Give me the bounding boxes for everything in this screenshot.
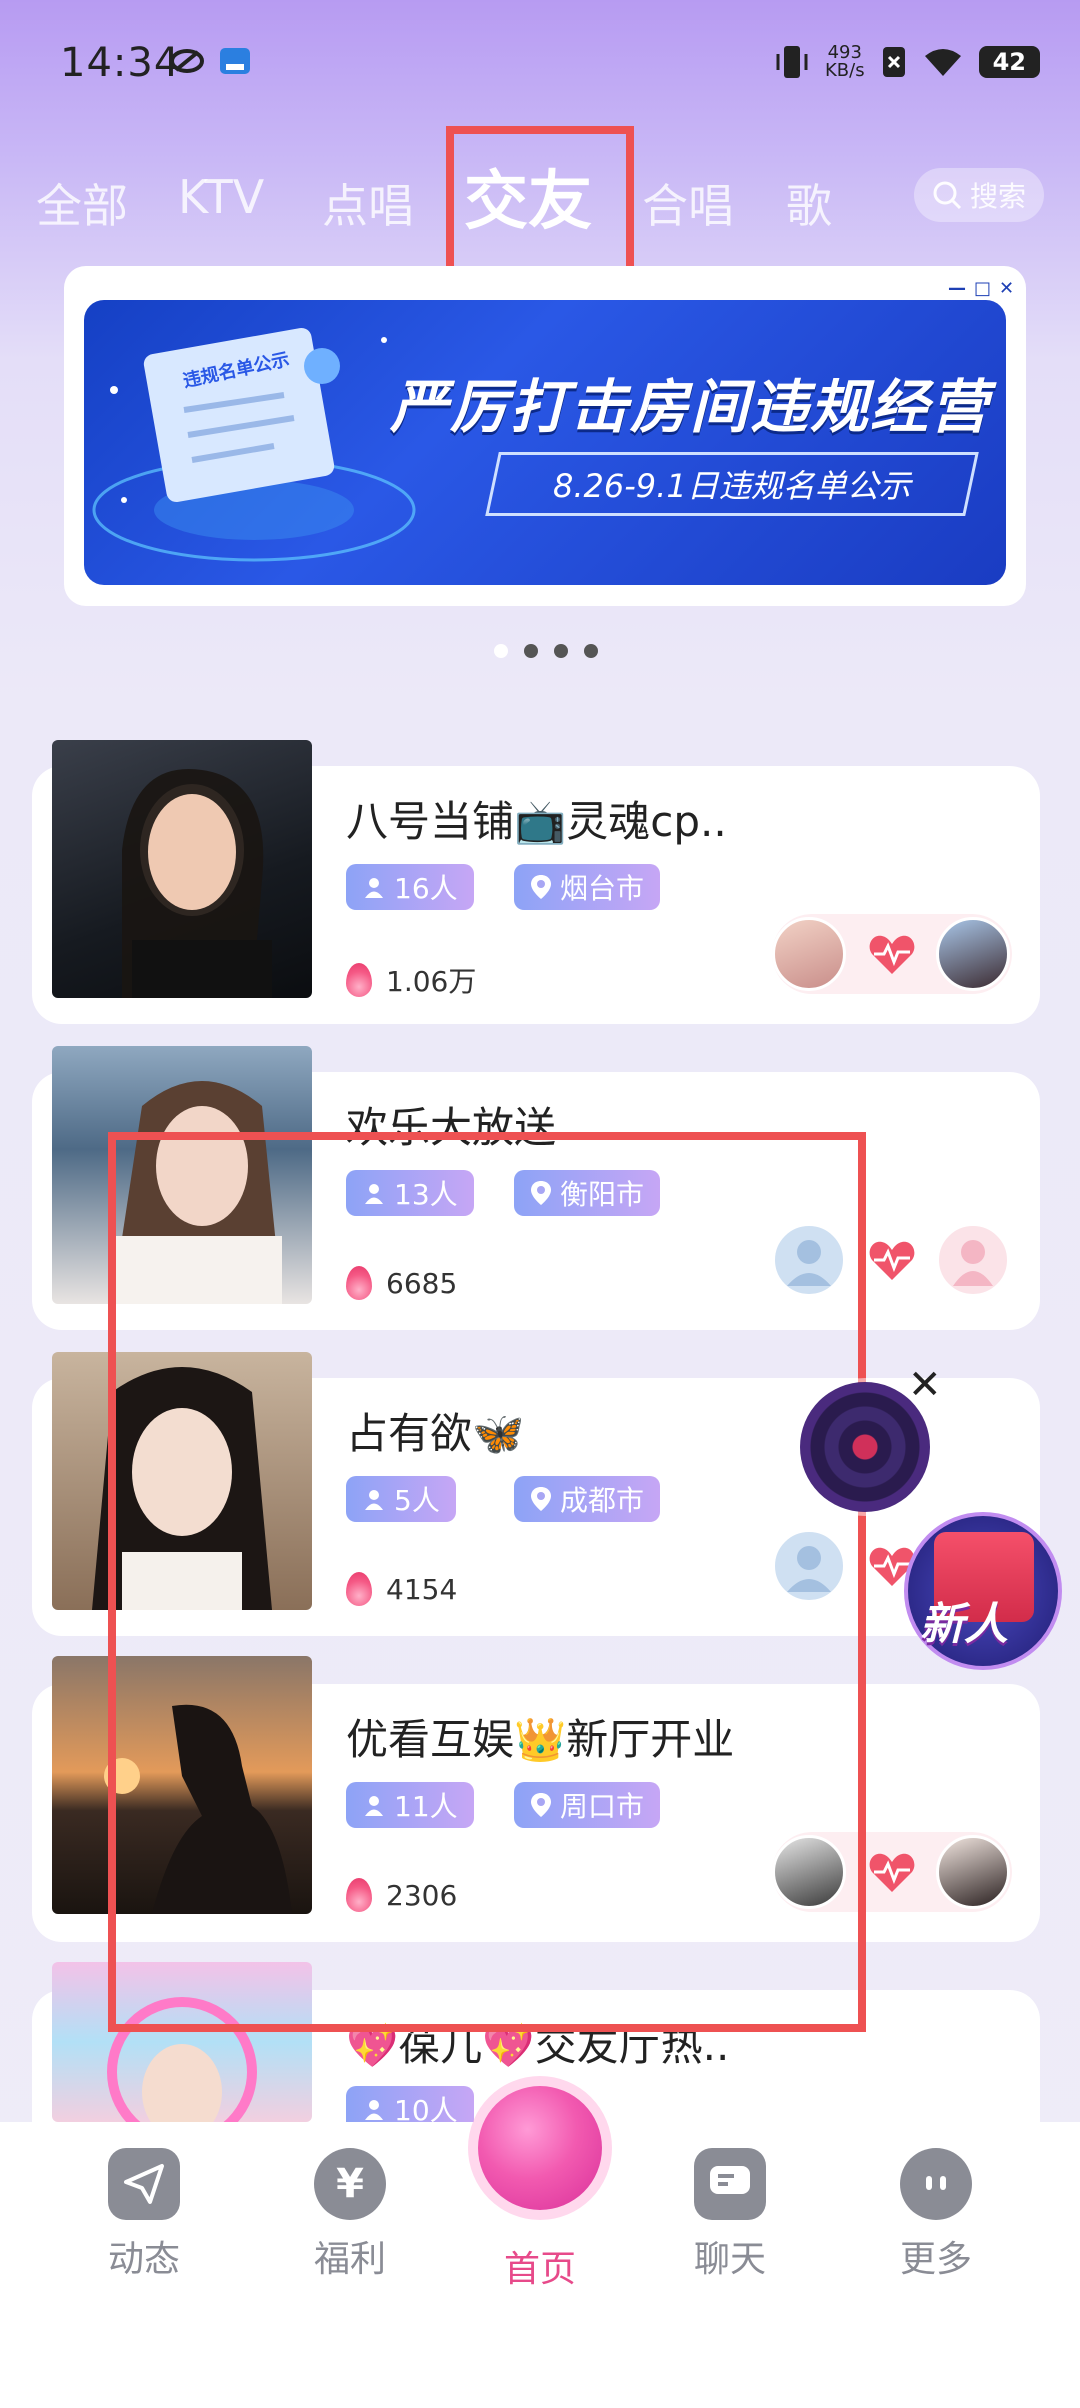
room-title: 八号当铺📺灵魂cp.. [346,797,727,846]
vibrate-icon [776,46,808,78]
nav-chat[interactable]: 聊天 [660,2148,800,2282]
gift-label: 新人 [920,1599,1008,1650]
city-tag: 烟台市 [514,864,661,910]
yen-icon: ¥ [314,2148,386,2220]
banner-subtitle: 8.26-9.1日违规名单公示 [553,467,911,505]
avatar [936,917,1010,991]
chat-icon [694,2148,766,2220]
net-speed: 493 KB/s [824,42,865,81]
search-icon [933,181,962,210]
member-count-tag: 16人 [346,864,474,910]
nav-label: 福利 [313,2239,386,2280]
nav-label: 首页 [503,2249,576,2290]
minimize-icon[interactable]: — [948,278,966,299]
carousel-dot[interactable] [554,644,568,658]
highlight-box-list [108,1132,866,2032]
carousel-dots [494,644,598,658]
carousel-dot[interactable] [524,644,538,658]
app-status-icon [170,49,204,73]
heat-value: 1.06万 [346,960,476,1000]
status-right: 493 KB/s 42 [775,40,1040,84]
nav-home[interactable]: 首页 [470,2148,610,2292]
room-cover-image [122,769,272,998]
default-avatar-female-icon [936,1223,1010,1297]
nav-dynamics[interactable]: 动态 [74,2148,214,2282]
location-pin-icon [531,875,551,899]
paper-plane-icon [108,2148,180,2220]
banner-subtitle-box: 8.26-9.1日违规名单公示 [485,452,979,516]
close-icon[interactable]: ✕ [908,1362,942,1408]
couple-badge[interactable] [772,914,1012,994]
heartbeat-icon [869,1241,915,1280]
tab-song[interactable]: 歌 [786,170,832,236]
tab-chorus[interactable]: 合唱 [642,170,734,236]
banner-window-controls[interactable]: — □ ✕ [948,278,1014,299]
battery-indicator: 42 [978,46,1040,78]
room-cover[interactable] [52,740,312,998]
tab-ktv[interactable]: KTV [178,170,264,224]
restore-icon[interactable]: □ [974,278,991,299]
wifi-icon [924,49,961,76]
heartbeat-icon [869,935,915,974]
nav-label: 聊天 [693,2239,766,2280]
heartbeat-icon [869,1853,915,1892]
tab-all[interactable]: 全部 [36,170,128,236]
close-icon[interactable]: ✕ [999,278,1014,299]
nav-label: 更多 [899,2239,972,2280]
search-label: 搜索 [969,180,1026,213]
no-sim-icon [882,47,905,77]
status-time: 14:34 [60,40,181,86]
nav-benefits[interactable]: ¥ 福利 [280,2148,420,2282]
person-icon [365,2100,383,2120]
person-icon [365,878,383,898]
nav-label: 动态 [107,2239,180,2280]
flame-icon [346,963,372,997]
tab-request-song[interactable]: 点唱 [322,170,414,236]
nav-more[interactable]: 更多 [866,2148,1006,2282]
status-bar: 14:34 493 KB/s 42 [0,0,1080,130]
carousel-dot[interactable] [494,644,508,658]
avatar [936,1835,1010,1909]
avatar [772,917,846,991]
app-badge-icon [220,48,250,74]
search-button[interactable]: 搜索 [914,168,1044,222]
banner-title: 严厉打击房间违规经营 [390,373,991,441]
more-face-icon [900,2148,972,2220]
carousel-dot[interactable] [584,644,598,658]
